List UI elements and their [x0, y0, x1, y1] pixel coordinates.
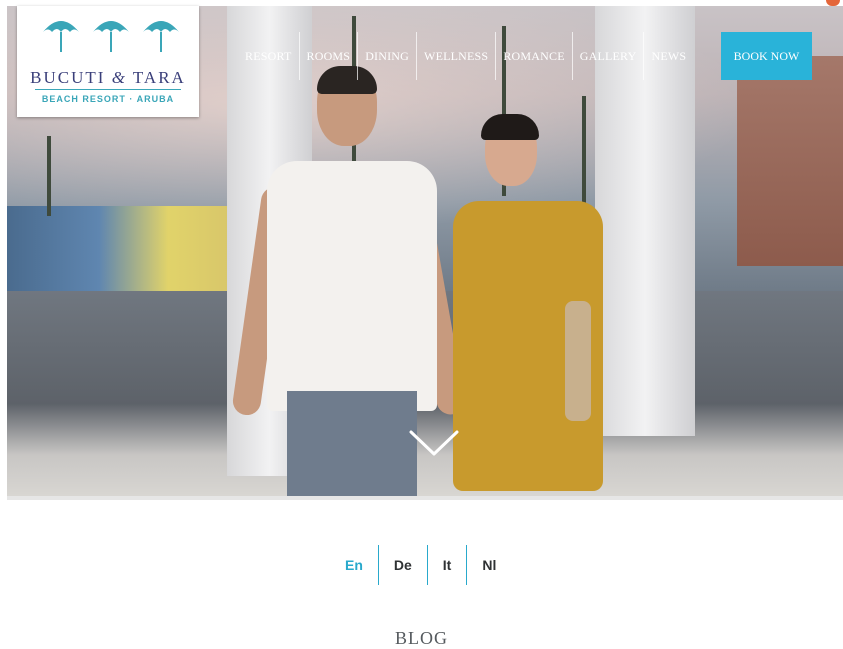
nav-item-gallery[interactable]: Gallery	[573, 32, 645, 80]
nav-item-news[interactable]: News	[644, 32, 693, 80]
chevron-down-icon[interactable]	[407, 428, 461, 458]
brand-logo[interactable]: BUCUTI & TARA BEACH RESORT · ARUBA	[17, 6, 199, 117]
woman-hair	[481, 114, 539, 140]
language-switcher: En De It Nl	[330, 545, 511, 585]
umbrella-icon	[93, 21, 129, 52]
logo-wordmark: BUCUTI & TARA	[17, 68, 199, 88]
woman-bag	[565, 301, 591, 421]
logo-divider	[35, 89, 181, 90]
main-nav: Resort Rooms Dining Wellness Romance Gal…	[237, 32, 693, 80]
man-shirt	[267, 161, 437, 411]
umbrella-icon	[43, 21, 79, 52]
hero-building-left	[7, 206, 237, 296]
logo-name-left: BUCUTI	[30, 68, 106, 87]
nav-item-resort[interactable]: Resort	[237, 32, 300, 80]
lang-de[interactable]: De	[379, 545, 427, 585]
nav-item-romance[interactable]: Romance	[496, 32, 573, 80]
hero-building-right	[737, 56, 843, 266]
nav-item-wellness[interactable]: Wellness	[417, 32, 497, 80]
logo-ampersand: &	[111, 68, 127, 87]
nav-item-rooms[interactable]: Rooms	[300, 32, 359, 80]
lang-en[interactable]: En	[330, 545, 378, 585]
palm-trunk	[47, 136, 51, 216]
umbrella-icon	[143, 21, 179, 52]
man-pants	[287, 391, 417, 496]
hero-divider	[7, 496, 843, 500]
umbrella-icon-group	[41, 14, 181, 56]
logo-name-right: TARA	[132, 68, 186, 87]
lang-it[interactable]: It	[428, 545, 467, 585]
book-now-button[interactable]: Book Now	[721, 32, 812, 80]
page-left-margin	[0, 0, 7, 646]
nav-item-dining[interactable]: Dining	[358, 32, 418, 80]
logo-subtitle: BEACH RESORT · ARUBA	[41, 94, 175, 104]
hero-woman	[445, 114, 615, 496]
lang-nl[interactable]: Nl	[467, 545, 511, 585]
